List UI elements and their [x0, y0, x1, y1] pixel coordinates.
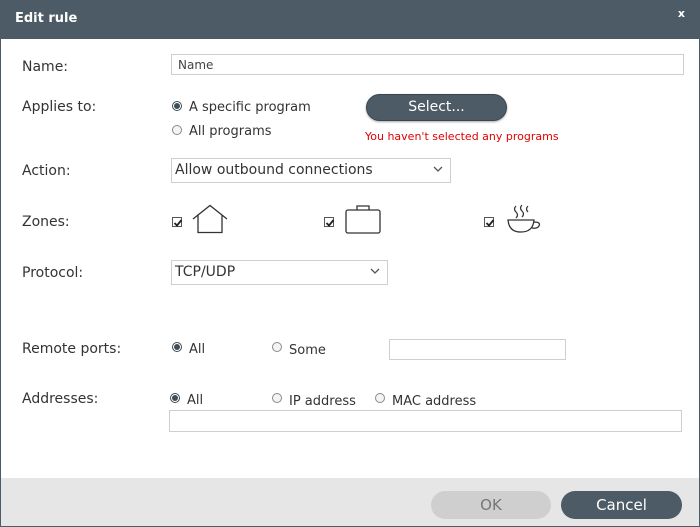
all-programs-radio[interactable]: [172, 125, 182, 135]
select-programs-button[interactable]: Select...: [366, 94, 507, 121]
action-dropdown[interactable]: Allow outbound connections: [171, 158, 451, 183]
action-label: Action:: [22, 163, 71, 179]
zone-work-checkbox[interactable]: [324, 217, 335, 227]
no-programs-error: You haven't selected any programs: [365, 130, 559, 143]
cancel-button[interactable]: Cancel: [561, 491, 682, 519]
zone-home-checkbox[interactable]: [172, 217, 183, 227]
remote-ports-some-label[interactable]: Some: [289, 343, 326, 358]
addresses-all-radio[interactable]: [170, 393, 180, 403]
remote-ports-label: Remote ports:: [22, 341, 122, 357]
ok-button[interactable]: OK: [431, 491, 551, 519]
remote-ports-all-radio[interactable]: [172, 342, 182, 352]
checkmark-icon: [485, 219, 495, 227]
zone-public-checkbox[interactable]: [484, 217, 495, 227]
name-label: Name:: [22, 59, 69, 75]
briefcase-icon: [345, 205, 381, 234]
protocol-value: TCP/UDP: [175, 264, 236, 280]
checkmark-icon: [325, 219, 335, 227]
protocol-dropdown[interactable]: TCP/UDP: [171, 260, 388, 285]
action-value: Allow outbound connections: [175, 162, 373, 178]
coffee-cup-icon: [507, 204, 541, 233]
ip-address-label[interactable]: IP address: [289, 394, 356, 409]
specific-program-label[interactable]: A specific program: [189, 100, 311, 115]
chevron-down-icon: [433, 166, 443, 172]
remote-ports-all-label[interactable]: All: [189, 342, 205, 357]
addresses-label: Addresses:: [22, 391, 99, 407]
mac-address-radio[interactable]: [375, 393, 385, 403]
close-button[interactable]: x: [678, 7, 685, 20]
specific-program-radio[interactable]: [172, 101, 182, 111]
all-programs-label[interactable]: All programs: [189, 124, 272, 139]
dialog-footer: OK Cancel: [1, 478, 699, 526]
title-bar[interactable]: Edit rule x: [1, 1, 699, 39]
home-icon: [192, 204, 228, 234]
name-input[interactable]: [171, 54, 684, 75]
applies-to-label: Applies to:: [22, 99, 97, 115]
remote-ports-input[interactable]: [389, 339, 566, 360]
chevron-down-icon: [370, 268, 380, 274]
checkmark-icon: [173, 219, 183, 227]
addresses-input[interactable]: [169, 410, 682, 432]
mac-address-label[interactable]: MAC address: [392, 394, 476, 409]
edit-rule-dialog: Edit rule x Name: Applies to: A specific…: [0, 0, 700, 527]
ip-address-radio[interactable]: [272, 393, 282, 403]
addresses-all-label[interactable]: All: [187, 393, 203, 408]
protocol-label: Protocol:: [22, 265, 84, 281]
remote-ports-some-radio[interactable]: [272, 342, 282, 352]
zones-label: Zones:: [22, 214, 70, 230]
dialog-title: Edit rule: [15, 11, 78, 26]
